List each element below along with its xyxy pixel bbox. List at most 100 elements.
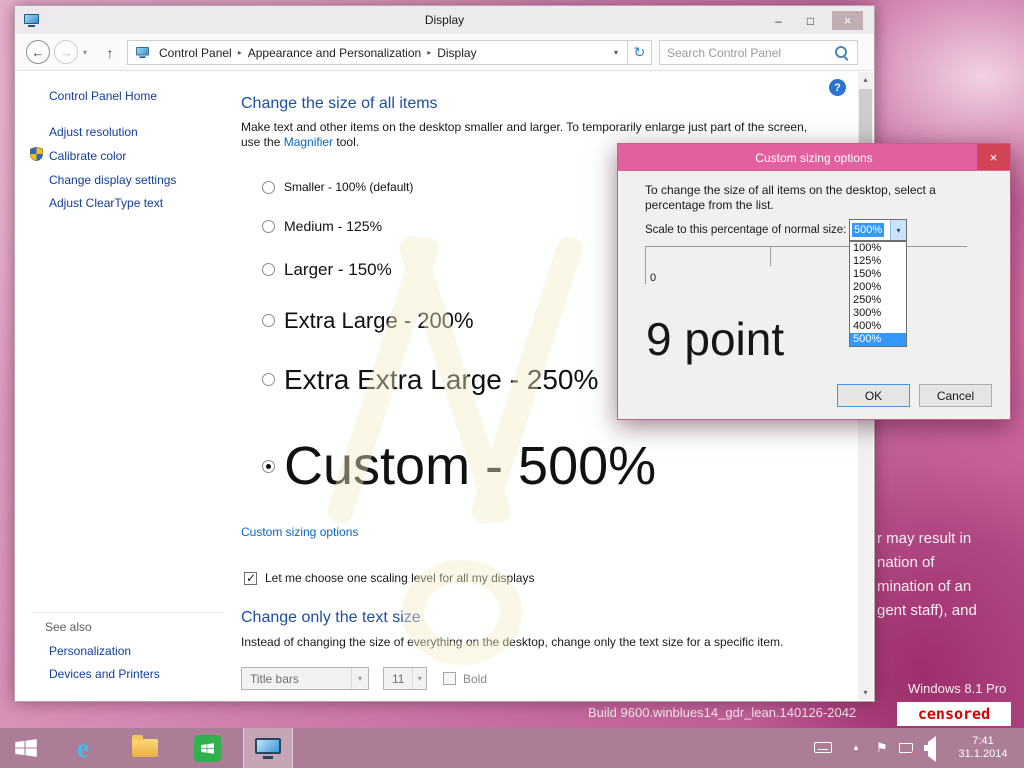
radio-icon[interactable]: [262, 181, 275, 194]
sidebar-divider: [31, 612, 223, 613]
windows-edition-watermark: Windows 8.1 Pro: [908, 681, 1006, 696]
cancel-button[interactable]: Cancel: [919, 384, 992, 407]
volume-icon[interactable]: [928, 742, 936, 756]
radio-selected-icon[interactable]: [262, 460, 275, 473]
display-icon: [255, 738, 281, 759]
recent-pages-dropdown[interactable]: ▾: [83, 48, 87, 57]
radio-option-smaller[interactable]: Smaller - 100% (default): [262, 178, 413, 196]
display-status-icon[interactable]: [899, 743, 913, 753]
font-size-dropdown[interactable]: 11 ▾: [383, 667, 427, 690]
bold-label[interactable]: Bold: [463, 672, 487, 686]
dropdown-option[interactable]: 250%: [850, 294, 906, 307]
start-button[interactable]: [0, 728, 52, 768]
touch-keyboard-icon[interactable]: [814, 742, 832, 753]
ok-button[interactable]: OK: [837, 384, 910, 407]
minimize-button[interactable]: –: [765, 11, 792, 30]
sidebar-change-display-settings[interactable]: Change display settings: [49, 173, 176, 187]
forward-button[interactable]: →: [54, 40, 78, 64]
radio-option-extra-large[interactable]: Extra Large - 200%: [262, 303, 474, 338]
close-button[interactable]: ×: [832, 11, 863, 30]
search-input[interactable]: [660, 46, 835, 60]
radio-icon[interactable]: [262, 220, 275, 233]
sidebar-adjust-resolution[interactable]: Adjust resolution: [49, 125, 138, 139]
dialog-description: To change the size of all items on the d…: [645, 183, 980, 213]
checkbox-icon[interactable]: [443, 672, 456, 685]
combobox-value[interactable]: 500%: [850, 220, 890, 240]
radio-label[interactable]: Smaller - 100% (default): [284, 180, 413, 194]
item-dropdown-value[interactable]: Title bars: [242, 672, 351, 686]
checkbox-label[interactable]: Let me choose one scaling level for all …: [265, 571, 534, 585]
breadcrumb-control-panel[interactable]: Control Panel: [153, 46, 238, 60]
up-button[interactable]: ↑: [99, 42, 121, 64]
radio-label[interactable]: Extra Extra Large - 250%: [284, 364, 598, 396]
sidebar-control-panel-home[interactable]: Control Panel Home: [49, 89, 157, 103]
dropdown-option[interactable]: 400%: [850, 320, 906, 333]
radio-option-medium[interactable]: Medium - 125%: [262, 215, 382, 237]
radio-option-custom[interactable]: Custom - 500%: [262, 426, 656, 506]
scroll-up-button[interactable]: ▴: [858, 72, 873, 87]
display-settings-taskbar-button[interactable]: [243, 728, 293, 768]
background-text-line: mination of an: [877, 575, 977, 599]
dropdown-option[interactable]: 150%: [850, 268, 906, 281]
dialog-titlebar[interactable]: Custom sizing options: [618, 144, 1010, 171]
uac-shield-icon: [30, 147, 43, 164]
radio-icon[interactable]: [262, 263, 275, 276]
dropdown-option[interactable]: 300%: [850, 307, 906, 320]
radio-label[interactable]: Medium - 125%: [284, 218, 382, 234]
sidebar-adjust-cleartype[interactable]: Adjust ClearType text: [49, 196, 163, 210]
sidebar-calibrate-color[interactable]: Calibrate color: [49, 149, 126, 163]
taskbar-clock[interactable]: 7:41 31.1.2014: [952, 735, 1014, 761]
refresh-button[interactable]: ↻: [627, 40, 652, 65]
search-icon[interactable]: [835, 46, 849, 60]
background-text-line: nation of: [877, 551, 977, 575]
scaling-checkbox-row[interactable]: Let me choose one scaling level for all …: [244, 571, 534, 585]
dropdown-option[interactable]: 125%: [850, 255, 906, 268]
scroll-down-button[interactable]: ▾: [858, 685, 873, 700]
radio-label[interactable]: Custom - 500%: [284, 435, 656, 497]
dialog-close-button[interactable]: ×: [977, 144, 1010, 170]
dropdown-option[interactable]: 200%: [850, 281, 906, 294]
address-dropdown-icon[interactable]: ▾: [614, 48, 623, 57]
maximize-button[interactable]: □: [797, 11, 824, 30]
radio-option-larger[interactable]: Larger - 150%: [262, 256, 392, 283]
radio-icon[interactable]: [262, 373, 275, 386]
address-bar[interactable]: Control Panel ▸ Appearance and Personali…: [127, 40, 628, 65]
store-button[interactable]: [182, 728, 232, 768]
help-button[interactable]: ?: [829, 79, 846, 96]
magnifier-link[interactable]: Magnifier: [284, 135, 333, 149]
sidebar-devices-and-printers[interactable]: Devices and Printers: [49, 667, 160, 681]
ruler-line: [645, 246, 967, 247]
chevron-down-icon[interactable]: ▾: [351, 668, 368, 689]
taskbar: e ▲ ⚑ 7:41 31.1.2014: [0, 728, 1024, 768]
clock-time: 7:41: [952, 735, 1014, 748]
search-box[interactable]: [659, 40, 858, 65]
radio-label[interactable]: Extra Large - 200%: [284, 308, 474, 334]
help-icon: ?: [834, 82, 841, 94]
window-titlebar[interactable]: Display – □ ×: [15, 6, 874, 34]
folder-icon: [132, 739, 158, 757]
item-dropdown[interactable]: Title bars ▾: [241, 667, 369, 690]
radio-option-extra-extra-large[interactable]: Extra Extra Large - 250%: [262, 358, 598, 401]
file-explorer-button[interactable]: [120, 728, 170, 768]
action-center-flag-icon[interactable]: ⚑: [876, 740, 888, 756]
sidebar-personalization[interactable]: Personalization: [49, 644, 131, 658]
chevron-down-icon[interactable]: ▾: [412, 668, 426, 689]
show-hidden-icons-button[interactable]: ▲: [852, 743, 860, 752]
radio-label[interactable]: Larger - 150%: [284, 260, 392, 280]
breadcrumb-appearance[interactable]: Appearance and Personalization: [242, 46, 427, 60]
back-icon: ←: [32, 45, 45, 60]
font-size-dropdown-value[interactable]: 11: [384, 672, 412, 686]
scale-percentage-combobox[interactable]: 500% ▾: [849, 219, 907, 241]
dropdown-option-selected[interactable]: 500%: [850, 333, 906, 346]
radio-icon[interactable]: [262, 314, 275, 327]
breadcrumb-display[interactable]: Display: [431, 46, 482, 60]
checkbox-checked-icon[interactable]: [244, 572, 257, 585]
back-button[interactable]: ←: [26, 40, 50, 64]
dropdown-option[interactable]: 100%: [850, 242, 906, 255]
internet-explorer-button[interactable]: e: [58, 728, 108, 768]
bold-checkbox-row[interactable]: Bold: [443, 672, 487, 686]
intro-line1: Make text and other items on the desktop…: [241, 120, 807, 135]
refresh-icon: ↻: [634, 44, 646, 61]
custom-sizing-options-link[interactable]: Custom sizing options: [241, 525, 358, 539]
chevron-down-icon[interactable]: ▾: [890, 220, 906, 240]
